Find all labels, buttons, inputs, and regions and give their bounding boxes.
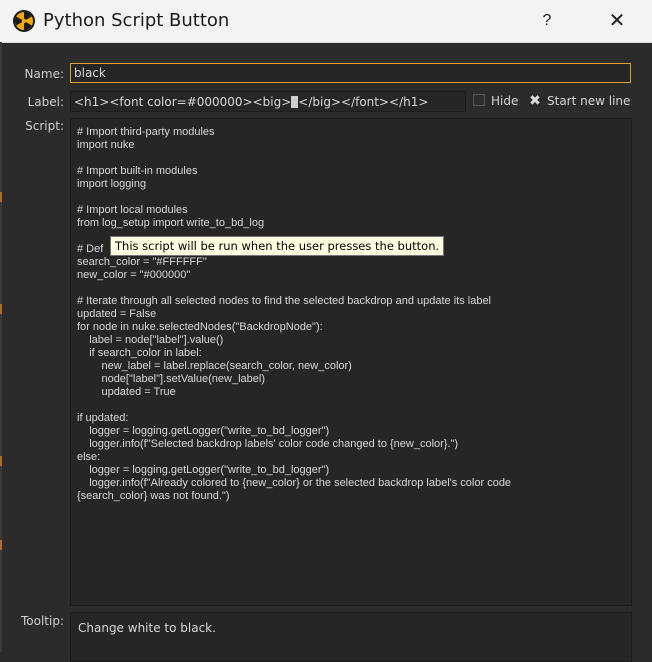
label-field-text-post: </big></font></h1> [298, 95, 429, 109]
start-new-line-label: Start new line [547, 94, 631, 108]
tooltip-field[interactable]: Change white to black. [70, 612, 632, 662]
title-bar: Python Script Button ? ✕ [0, 0, 652, 43]
tooltip-label: Tooltip: [20, 614, 64, 628]
edge-marker [0, 456, 2, 466]
close-button[interactable]: ✕ [600, 0, 634, 42]
edge-marker [0, 540, 2, 550]
name-field[interactable]: black [70, 63, 631, 83]
checkmark-icon: ✖ [529, 92, 541, 108]
help-button[interactable]: ? [532, 0, 562, 42]
hide-label: Hide [491, 94, 519, 108]
script-text: # Import third-party modules import nuke… [77, 126, 512, 502]
label-field[interactable]: <h1><font color=#000000><big> </big></fon… [70, 91, 466, 112]
label-label: Label: [27, 95, 64, 109]
hide-checkbox[interactable] [473, 94, 485, 106]
nuke-logo-icon [13, 10, 35, 32]
script-label: Script: [25, 119, 64, 133]
window-title: Python Script Button [43, 10, 230, 31]
edge-marker [0, 304, 2, 314]
start-new-line-checkbox[interactable]: ✖ [529, 92, 541, 108]
script-editor[interactable]: # Import third-party modules import nuke… [70, 118, 632, 606]
left-edge [0, 42, 2, 652]
edge-marker [0, 192, 2, 202]
name-label: Name: [24, 67, 64, 81]
label-field-text-pre: <h1><font color=#000000><big> [74, 95, 292, 109]
hover-tooltip: This script will be run when the user pr… [110, 236, 445, 256]
